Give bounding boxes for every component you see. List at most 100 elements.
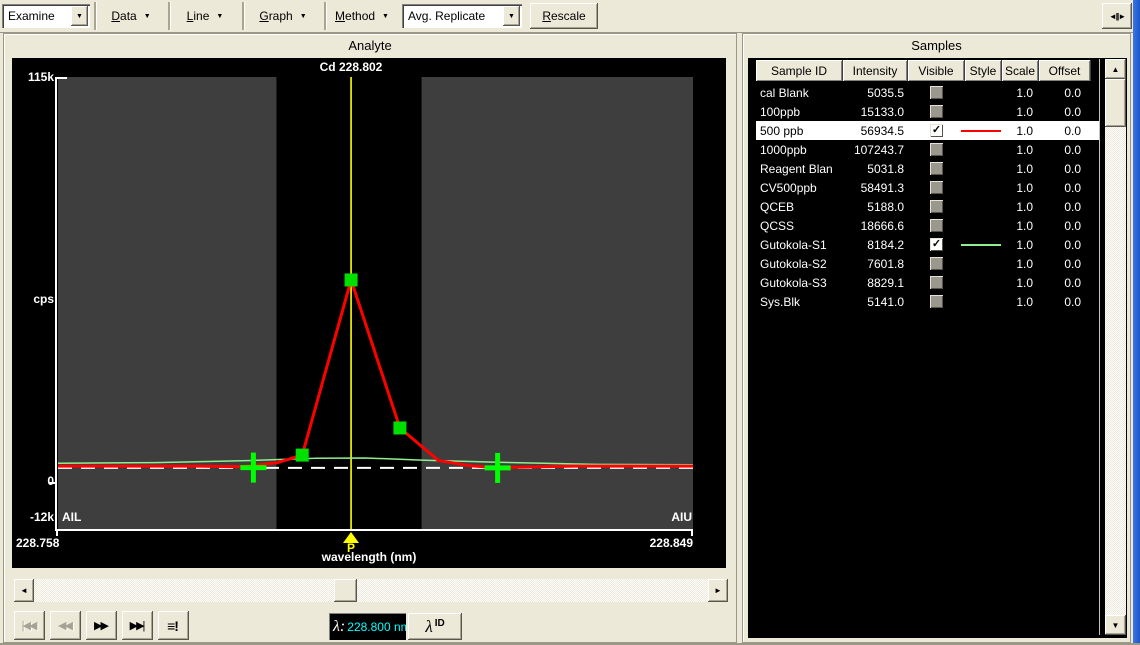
spectrum-plot[interactable]: Cd 228.802 115k cps 0 -12k AIL AIU 228.7…: [12, 58, 726, 568]
line-id-label: Cd 228.802: [201, 60, 501, 74]
visible-checkbox[interactable]: [930, 162, 943, 175]
offset-cell: 0.0: [1039, 162, 1091, 176]
scroll-up-button[interactable]: ▲: [1105, 59, 1126, 79]
table-row[interactable]: Gutokola-S18184.2✓1.00.0: [756, 235, 1099, 254]
toolbar-separator: [168, 2, 171, 30]
toolbar: Examine ▼ Data ▼ Line ▼ Graph ▼ Method ▼…: [0, 0, 1133, 33]
visible-checkbox[interactable]: [930, 257, 943, 270]
table-row[interactable]: Sys.Blk5141.01.00.0: [756, 292, 1099, 311]
lambda-id-button[interactable]: λ ID: [408, 613, 462, 640]
column-header-sample-id: Sample ID: [756, 60, 843, 81]
offset-cell: 0.0: [1039, 219, 1091, 233]
column-header-style: Style: [965, 60, 1002, 81]
data-menu-button[interactable]: Data ▼: [98, 2, 164, 30]
method-menu-button[interactable]: Method ▼: [328, 2, 396, 30]
samples-table-header: Sample ID Intensity Visible Style Scale …: [756, 60, 1091, 81]
plot-h-scrollbar[interactable]: ◄ ►: [14, 579, 728, 602]
examine-dropdown-button[interactable]: ▼: [71, 6, 88, 26]
table-row[interactable]: QCEB5188.01.00.0: [756, 197, 1099, 216]
h-scrollbar-thumb[interactable]: [334, 579, 357, 602]
chevron-down-icon: ▼: [216, 13, 223, 20]
y-max-label: 115k: [14, 70, 54, 84]
nav-list-button[interactable]: ≡!: [158, 611, 189, 640]
peak-point-marker[interactable]: [393, 421, 406, 434]
table-row[interactable]: CV500ppb58491.31.00.0: [756, 178, 1099, 197]
table-row[interactable]: 500 ppb56934.5✓1.00.0: [756, 121, 1099, 140]
style-line-sample: [961, 244, 1001, 246]
wavelength-readout: λ: 228.800 nm: [329, 613, 406, 640]
examine-value: Examine: [8, 9, 55, 23]
table-row[interactable]: Reagent Blan5031.81.00.0: [756, 159, 1099, 178]
ail-label: AIL: [62, 510, 81, 524]
table-row[interactable]: 100ppb15133.01.00.0: [756, 102, 1099, 121]
visible-checkbox[interactable]: [930, 295, 943, 308]
intensity-cell: 56934.5: [843, 124, 908, 138]
chevron-down-icon: ▼: [144, 13, 151, 20]
sample-id-cell: CV500ppb: [756, 181, 843, 195]
line-menu-button[interactable]: Line ▼: [172, 2, 238, 30]
visible-cell: [908, 86, 965, 99]
visible-cell: [908, 143, 965, 156]
avg-replicate-dropdown-button[interactable]: ▼: [503, 6, 520, 26]
scale-cell: 1.0: [1002, 238, 1039, 252]
intensity-cell: 5188.0: [843, 200, 908, 214]
visible-checkbox[interactable]: [930, 143, 943, 156]
scale-cell: 1.0: [1002, 295, 1039, 309]
rescale-button[interactable]: Rescale: [530, 3, 598, 29]
visible-checkbox[interactable]: [930, 200, 943, 213]
column-header-intensity: Intensity: [843, 60, 908, 81]
table-row[interactable]: cal Blank5035.51.00.0: [756, 83, 1099, 102]
scale-cell: 1.0: [1002, 276, 1039, 290]
chevron-down-icon: ▼: [300, 13, 307, 20]
intensity-cell: 107243.7: [843, 143, 908, 157]
nav-next-button[interactable]: ▶▶: [86, 611, 117, 640]
sample-id-cell: 100ppb: [756, 105, 843, 119]
visible-checkbox[interactable]: [930, 181, 943, 194]
visible-cell: [908, 295, 965, 308]
analyte-panel: Analyte Cd 228.802 115k cps 0 -12k AIL A…: [3, 33, 737, 643]
visible-checkbox[interactable]: [930, 276, 943, 289]
table-row[interactable]: Gutokola-S38829.11.00.0: [756, 273, 1099, 292]
samples-panel-title: Samples: [743, 38, 1130, 53]
visible-checkbox[interactable]: ✓: [930, 238, 943, 251]
data-menu-label: Data: [111, 9, 136, 23]
samples-v-scrollbar[interactable]: ▲ ▼: [1105, 59, 1126, 635]
lambda-icon: λ:: [333, 618, 345, 636]
pane-splitter-button[interactable]: ◄||►: [1102, 3, 1132, 29]
samples-panel: Samples Sample ID Intensity Visible Styl…: [742, 33, 1131, 643]
table-row[interactable]: 1000ppb107243.71.00.0: [756, 140, 1099, 159]
intensity-cell: 18666.6: [843, 219, 908, 233]
arrow-down-icon: ▼: [1112, 621, 1120, 630]
table-row[interactable]: QCSS18666.61.00.0: [756, 216, 1099, 235]
visible-checkbox[interactable]: [930, 219, 943, 232]
nav-first-button[interactable]: |◀◀: [14, 611, 45, 640]
avg-replicate-value: Avg. Replicate: [408, 9, 485, 23]
chart-canvas[interactable]: [58, 77, 693, 530]
style-line-sample: [961, 130, 1001, 132]
scale-cell: 1.0: [1002, 162, 1039, 176]
peak-point-marker[interactable]: [345, 273, 358, 286]
scale-cell: 1.0: [1002, 257, 1039, 271]
graph-menu-button[interactable]: Graph ▼: [248, 2, 318, 30]
peak-point-marker[interactable]: [296, 449, 309, 462]
examine-dropdown[interactable]: Examine ▼: [2, 4, 90, 28]
visible-cell: [908, 181, 965, 194]
table-row[interactable]: Gutokola-S27601.81.00.0: [756, 254, 1099, 273]
first-record-icon: |◀◀: [22, 619, 36, 632]
scroll-down-button[interactable]: ▼: [1105, 615, 1126, 635]
visible-checkbox[interactable]: [930, 105, 943, 118]
v-scrollbar-thumb[interactable]: [1105, 79, 1126, 127]
scroll-left-button[interactable]: ◄: [14, 579, 34, 602]
window-border: [1133, 0, 1140, 645]
visible-checkbox[interactable]: ✓: [930, 124, 943, 137]
intensity-cell: 15133.0: [843, 105, 908, 119]
visible-checkbox[interactable]: [930, 86, 943, 99]
nav-last-button[interactable]: ▶▶|: [122, 611, 153, 640]
scroll-right-button[interactable]: ►: [708, 579, 728, 602]
intensity-cell: 7601.8: [843, 257, 908, 271]
last-record-icon: ▶▶|: [130, 619, 144, 632]
visible-cell: [908, 105, 965, 118]
avg-replicate-dropdown[interactable]: Avg. Replicate ▼: [402, 4, 522, 28]
y-axis-line: [55, 77, 57, 530]
nav-previous-button[interactable]: ◀◀: [50, 611, 81, 640]
